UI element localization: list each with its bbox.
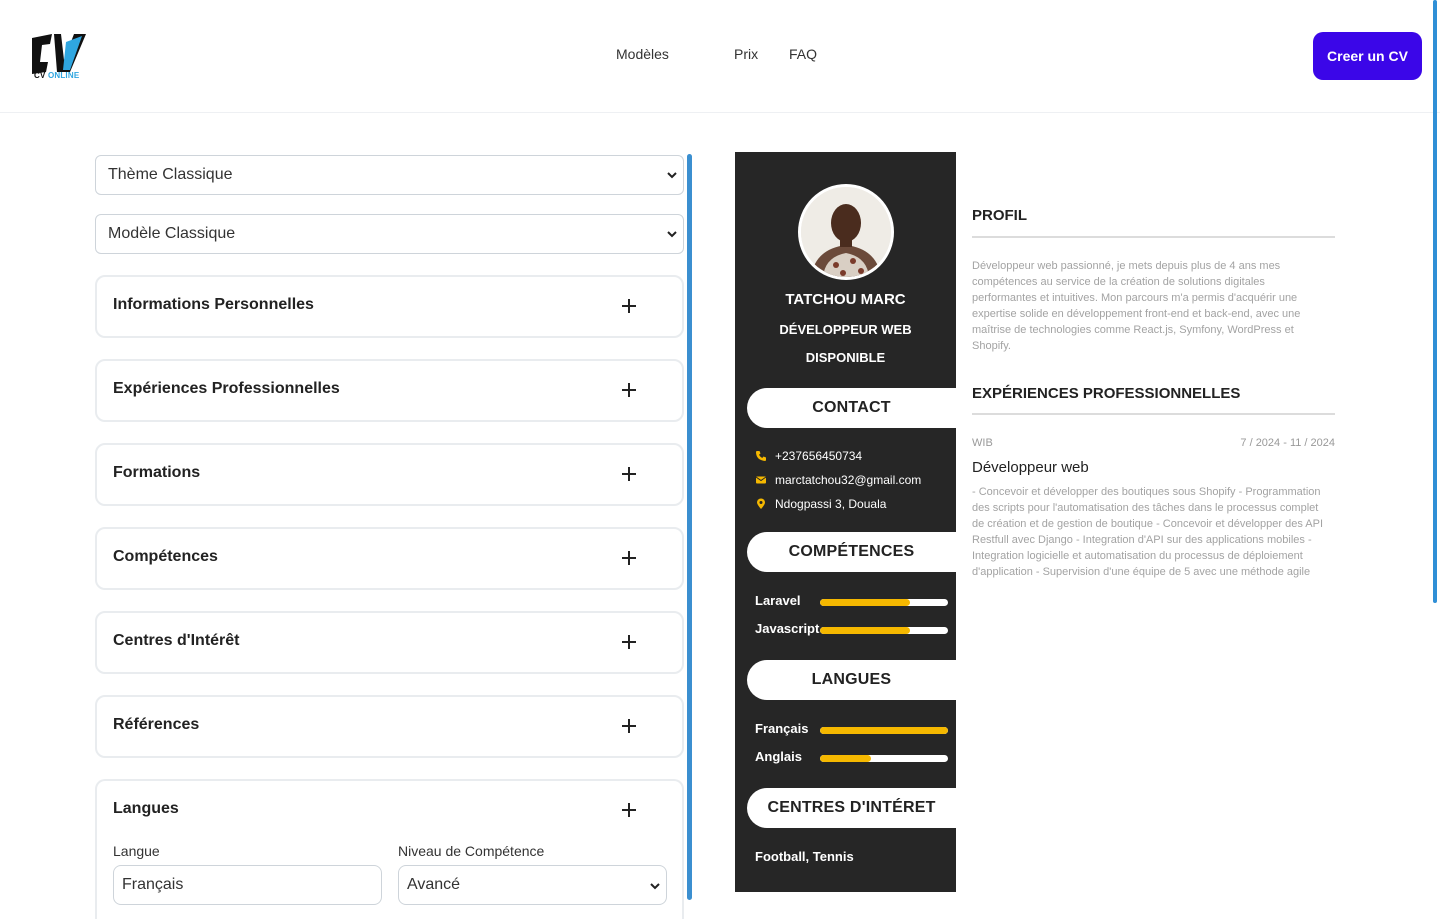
create-cv-button[interactable]: Creer un CV (1313, 32, 1422, 80)
profile-photo (798, 184, 894, 280)
plus-icon[interactable] (620, 297, 638, 315)
phone-icon (756, 451, 766, 461)
section-interests[interactable]: Centres d'Intérêt (95, 611, 684, 674)
contact-heading: CONTACT (747, 388, 956, 428)
section-title: Formations (113, 464, 201, 481)
profile-heading: PROFIL (972, 207, 1027, 224)
envelope-icon (755, 476, 767, 484)
plus-icon[interactable] (620, 381, 638, 399)
language-label: Anglais (755, 749, 802, 764)
experience-heading: EXPÉRIENCES PROFESSIONNELLES (972, 385, 1241, 402)
skill-fill (820, 599, 910, 606)
language-label: Langue (113, 843, 160, 859)
language-track (820, 755, 948, 762)
skill-track (820, 599, 948, 606)
language-input[interactable]: Français (113, 865, 382, 905)
page-scrollbar[interactable] (1433, 0, 1437, 603)
chevron-down-icon (650, 883, 660, 890)
languages-heading: LANGUES (747, 660, 956, 700)
chevron-down-icon (667, 172, 677, 179)
section-title: Informations Personnelles (113, 296, 314, 313)
top-navbar: CV ONLINE Modèles Prix FAQ Creer un CV (0, 0, 1440, 113)
section-personal-info[interactable]: Informations Personnelles (95, 275, 684, 338)
section-skills[interactable]: Compétences (95, 527, 684, 590)
chevron-down-icon (667, 231, 677, 238)
email-value: marctatchou32@gmail.com (775, 473, 922, 487)
skill-track (820, 627, 948, 634)
cv-name: TATCHOU MARC (785, 291, 906, 308)
language-fill (820, 755, 872, 762)
cv-job-title: DÉVELOPPEUR WEB (779, 322, 912, 337)
profile-divider (972, 236, 1335, 238)
contact-email: marctatchou32@gmail.com (755, 473, 921, 487)
model-select-value: Modèle Classique (108, 225, 236, 242)
skill-bar-row: Javascript (755, 621, 948, 639)
map-pin-icon (757, 498, 765, 509)
address-value: Ndogpassi 3, Douala (775, 497, 887, 511)
nav-prix-link[interactable]: Prix (734, 46, 758, 62)
cv-sidebar: TATCHOU MARC DÉVELOPPEUR WEB DISPONIBLE … (735, 152, 956, 892)
phone-value: +237656450734 (775, 449, 863, 463)
language-bar-row: Français (755, 721, 948, 739)
level-label: Niveau de Compétence (398, 843, 545, 859)
nav-modeles-link[interactable]: Modèles (616, 46, 669, 62)
section-title: Centres d'Intérêt (113, 632, 240, 649)
section-languages[interactable]: Langues Langue Français Niveau de Compét… (95, 779, 684, 919)
section-education[interactable]: Formations (95, 443, 684, 506)
interests-value: Football, Tennis (755, 849, 854, 864)
experience-description: - Concevoir et développer des boutiques … (972, 486, 1324, 578)
language-fill (820, 727, 948, 734)
level-select[interactable]: Avancé (398, 865, 667, 905)
experience-dates: 7 / 2024 - 11 / 2024 (1240, 437, 1335, 449)
contact-address: Ndogpassi 3, Douala (755, 497, 886, 511)
experience-divider (972, 413, 1335, 415)
theme-select-value: Thème Classique (108, 166, 233, 183)
skill-label: Javascript (755, 621, 820, 636)
section-title: Compétences (113, 548, 218, 565)
skill-label: Laravel (755, 593, 801, 608)
cv-status: DISPONIBLE (805, 350, 886, 365)
site-logo[interactable]: CV ONLINE (30, 32, 88, 84)
section-title: Références (113, 716, 200, 733)
section-experience[interactable]: Expériences Professionnelles (95, 359, 684, 422)
level-select-value: Avancé (407, 876, 461, 893)
skill-bar-row: Laravel (755, 593, 948, 611)
plus-icon[interactable] (620, 801, 638, 819)
plus-icon[interactable] (620, 465, 638, 483)
editor-scrollbar[interactable] (687, 154, 692, 900)
plus-icon[interactable] (620, 717, 638, 735)
section-title: Langues (113, 800, 179, 817)
nav-faq-link[interactable]: FAQ (789, 46, 817, 62)
skills-heading: COMPÉTENCES (747, 532, 956, 572)
section-title: Expériences Professionnelles (113, 380, 340, 397)
section-references[interactable]: Références (95, 695, 684, 758)
theme-select[interactable]: Thème Classique (95, 155, 684, 195)
interests-heading: CENTRES D'INTÉRET (747, 788, 956, 828)
contact-phone: +237656450734 (755, 449, 862, 463)
experience-company: WIB (972, 437, 993, 449)
language-bar-row: Anglais (755, 749, 948, 767)
profile-text: Développeur web passionné, je mets depui… (972, 260, 1301, 352)
model-select[interactable]: Modèle Classique (95, 214, 684, 254)
plus-icon[interactable] (620, 633, 638, 651)
language-track (820, 727, 948, 734)
language-label: Français (755, 721, 809, 736)
experience-role: Développeur web (972, 459, 1089, 476)
skill-fill (820, 627, 910, 634)
plus-icon[interactable] (620, 549, 638, 567)
